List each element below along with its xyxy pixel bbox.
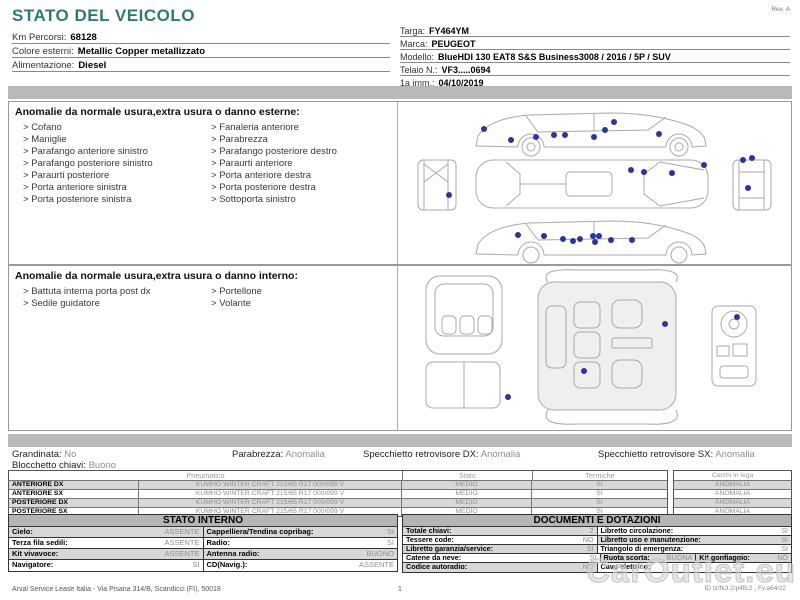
interior-anomalies-list: Anomalie da normale usura,extra usura o … <box>9 266 398 430</box>
tyre-table-cerchi: Cerchi in lega ANOMALIA ANOMALIA ANOMALI… <box>673 470 792 517</box>
summary-grandinata: Grandinata: No <box>12 449 77 460</box>
table-row: Kit vivavoce: ASSENTE Antenna radio: BUONO <box>9 549 397 560</box>
field-colore: Colore esterni: Metallic Copper metalliz… <box>12 44 390 58</box>
revision-label: Rev. A <box>771 6 790 13</box>
car-exterior-diagram <box>417 112 772 264</box>
anomaly-item: Maniglie <box>15 134 203 146</box>
separator-band <box>8 86 792 99</box>
col-stato: Stato <box>403 471 533 480</box>
field-telaio: Telaio N.: VF3.....0694 <box>400 63 790 76</box>
tyre-table: Pneumatico Stato Termiche ANTERIORE DX K… <box>8 470 792 517</box>
tyre-table-header: Pneumatico Stato Termiche <box>9 471 667 480</box>
anomaly-item: Sottoporta sinistro <box>203 194 391 206</box>
anomaly-item: Portellone <box>203 286 391 298</box>
car-interior-diagram <box>425 269 757 425</box>
anomaly-item: Sedile guidatore <box>15 298 203 310</box>
stato-interno-title: STATO INTERNO <box>9 515 397 527</box>
cerchi-cell: ANOMALIA <box>674 480 791 489</box>
exterior-anomalies-list: Anomalie da normale usura,extra usura o … <box>9 102 398 264</box>
field-marca: Marca: PEUGEOT <box>400 37 790 50</box>
damage-dot-group <box>446 119 755 245</box>
anomaly-item: Porta anteriore sinistra <box>15 182 203 194</box>
anomaly-item: Porta posteriore sinistra <box>15 194 203 206</box>
tyre-row-posteriore-dx: POSTERIORE DX KUMHO WINTER CRAFT 215/65 … <box>9 498 667 507</box>
anomaly-item: Cofano <box>15 122 203 134</box>
tyre-row-anteriore-dx: ANTERIORE DX KUMHO WINTER CRAFT 215/65 R… <box>9 480 667 489</box>
interior-damage-diagram <box>398 266 791 430</box>
anomaly-item: Paraurti anteriore <box>203 158 391 170</box>
summary-specchietto-sx: Specchietto retrovisore SX: Anomalia <box>598 449 755 460</box>
table-row: Cielo: ASSENTE Cappelliera/Tendina coprib… <box>9 527 397 538</box>
field-km: Km Percorsi: 68128 <box>12 30 390 44</box>
anomaly-item: Battuta interna porta post dx <box>15 286 203 298</box>
anomaly-item: Parafango posteriore sinistro <box>15 158 203 170</box>
documenti-dotazioni-title: DOCUMENTI E DOTAZIONI <box>403 515 791 527</box>
exterior-damage-diagram <box>398 102 791 264</box>
cerchi-cell: ANOMALIA <box>674 498 791 507</box>
vehicle-fields-right: Targa: FY464YM Marca: PEUGEOT Modello: B… <box>400 24 790 89</box>
table-row: Tessere code: NO Libretto uso e manutenzi… <box>403 536 791 545</box>
col-pneumatico: Pneumatico <box>9 471 403 480</box>
anomaly-item: Paraurti posteriore <box>15 170 203 182</box>
interior-anomalies-title: Anomalie da normale usura,extra usura o … <box>15 270 298 282</box>
page-title: STATO DEL VEICOLO <box>12 6 195 25</box>
separator-band <box>8 434 792 447</box>
exterior-anomalies-panel: Anomalie da normale usura,extra usura o … <box>8 101 792 265</box>
anomaly-item: Volante <box>203 298 391 310</box>
table-row: Navigatore: SI CD(Navig.): ASSENTE <box>9 560 397 571</box>
anomaly-item: Parabrezza <box>203 134 391 146</box>
document-id: ID tz/fk3.2/p4B:2 , Fv.a64/z2 <box>704 585 786 592</box>
interior-anomalies-panel: Anomalie da normale usura,extra usura o … <box>8 265 792 431</box>
col-termiche: Termiche <box>533 471 667 480</box>
exterior-anomalies-title: Anomalie da normale usura,extra usura o … <box>15 106 300 118</box>
table-row: Terza fila sedili: ASSENTE Radio: SI <box>9 538 397 549</box>
anomaly-item: Parafango anteriore sinistro <box>15 146 203 158</box>
anomaly-item: Porta anteriore destra <box>203 170 391 182</box>
vehicle-fields-left: Km Percorsi: 68128 Colore esterni: Metal… <box>12 30 390 72</box>
tyre-table-main: Pneumatico Stato Termiche ANTERIORE DX K… <box>8 470 668 517</box>
field-alimentazione: Alimentazione: Diesel <box>12 58 390 72</box>
vehicle-condition-report: STATO DEL VEICOLO Rev. A Km Percorsi: 68… <box>0 0 800 600</box>
table-row: Totale chiavi: 2 Libretto circolazione: SI <box>403 527 791 536</box>
stato-interno-table: STATO INTERNO Cielo: ASSENTE Cappelliera/… <box>8 514 398 572</box>
page-number: 1 <box>398 586 402 593</box>
field-modello: Modello: BlueHDI 130 EAT8 S&S Business30… <box>400 50 790 63</box>
anomaly-item: Porta posteriore destra <box>203 182 391 194</box>
summary-parabrezza: Parabrezza: Anomalia <box>232 449 325 460</box>
cerchi-cell: ANOMALIA <box>674 489 791 498</box>
anomaly-item: Parafango posteriore destro <box>203 146 391 158</box>
field-targa: Targa: FY464YM <box>400 24 790 37</box>
anomaly-item: Fanaleria anteriore <box>203 122 391 134</box>
summary-specchietto-dx: Specchietto retrovisore DX: Anomalia <box>363 449 521 460</box>
col-cerchi-in-lega: Cerchi in lega <box>711 471 754 479</box>
tyre-row-anteriore-sx: ANTERIORE SX KUMHO WINTER CRAFT 215/65 R… <box>9 489 667 498</box>
